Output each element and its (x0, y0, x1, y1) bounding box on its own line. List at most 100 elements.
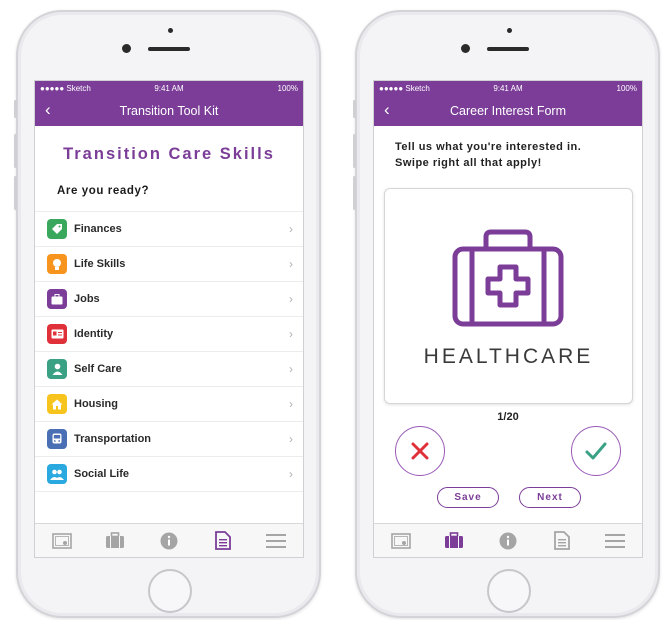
info-icon (499, 532, 517, 549)
list-item-label: Self Care (74, 363, 122, 375)
sensor (168, 28, 173, 33)
tab-document[interactable] (211, 529, 235, 553)
volume-up (353, 134, 356, 168)
tab-info[interactable] (496, 529, 520, 553)
tab-bar (35, 523, 303, 557)
volume-down (353, 176, 356, 210)
tab-bar (374, 523, 642, 557)
career-card[interactable]: HEALTHCARE (384, 188, 633, 404)
skills-list: Finances › Life Skills › Jobs › Identity… (35, 211, 303, 492)
mute-switch (353, 100, 356, 118)
tab-certificate[interactable] (50, 529, 74, 553)
status-bar: ●●●●● Sketch 9:41 AM 100% (35, 81, 303, 95)
list-item-label: Jobs (74, 293, 100, 305)
mute-switch (14, 100, 17, 118)
list-item-social-life[interactable]: Social Life › (35, 457, 303, 492)
save-button[interactable]: Save (437, 487, 499, 508)
screen-transition-tool-kit: ●●●●● Sketch 9:41 AM 100% ‹ Transition T… (34, 80, 304, 558)
document-icon (214, 531, 231, 550)
tab-document[interactable] (550, 529, 574, 553)
tab-briefcase[interactable] (442, 529, 466, 553)
list-item-label: Identity (74, 328, 114, 340)
chevron-right-icon: › (289, 292, 293, 306)
lightbulb-icon (47, 254, 67, 274)
nav-title: Transition Tool Kit (119, 103, 219, 118)
volume-down (14, 176, 17, 210)
list-item-finances[interactable]: Finances › (35, 212, 303, 247)
chevron-right-icon: › (289, 432, 293, 446)
chevron-right-icon: › (289, 467, 293, 481)
front-camera (122, 44, 131, 53)
nav-bar: ‹ Career Interest Form (374, 95, 642, 126)
chevron-right-icon: › (289, 362, 293, 376)
list-item-label: Transportation (74, 433, 152, 445)
chevron-right-icon: › (289, 222, 293, 236)
certificate-icon (51, 532, 72, 549)
list-item-jobs[interactable]: Jobs › (35, 282, 303, 317)
tab-menu[interactable] (264, 529, 288, 553)
list-item-label: Life Skills (74, 258, 126, 270)
intro-line-1: Tell us what you're interested in. (395, 141, 582, 153)
list-item-label: Finances (74, 223, 122, 235)
tab-certificate[interactable] (389, 529, 413, 553)
back-chevron-icon[interactable]: ‹ (384, 101, 390, 118)
next-button[interactable]: Next (519, 487, 581, 508)
document-icon (553, 531, 570, 550)
certificate-icon (390, 532, 411, 549)
intro-text: Tell us what you're interested in. Swipe… (395, 139, 642, 171)
sensor (507, 28, 512, 33)
progress-counter: 1/20 (497, 411, 519, 423)
intro-line-2: Swipe right all that apply! (395, 157, 542, 169)
id-card-icon (47, 324, 67, 344)
chevron-right-icon: › (289, 397, 293, 411)
page-title: Transition Care Skills (63, 145, 275, 163)
status-bar: ●●●●● Sketch 9:41 AM 100% (374, 81, 642, 95)
phone-left: ●●●●● Sketch 9:41 AM 100% ‹ Transition T… (14, 10, 321, 618)
tag-icon (47, 219, 67, 239)
nav-title: Career Interest Form (449, 103, 566, 118)
list-item-label: Social Life (74, 468, 130, 480)
accept-button[interactable] (571, 426, 621, 476)
tab-briefcase[interactable] (103, 529, 127, 553)
people-icon (47, 464, 67, 484)
screen-career-interest-form: ●●●●● Sketch 9:41 AM 100% ‹ Career Inter… (373, 80, 643, 558)
back-chevron-icon[interactable]: ‹ (45, 101, 51, 118)
medical-kit-icon (452, 229, 564, 327)
list-item-housing[interactable]: Housing › (35, 387, 303, 422)
earpiece (148, 47, 190, 51)
list-item-label: Housing (74, 398, 118, 410)
checkmark-icon (585, 442, 607, 460)
list-item-identity[interactable]: Identity › (35, 317, 303, 352)
carrier-label: ●●●●● Sketch (379, 83, 430, 93)
battery-label: 100% (616, 83, 637, 93)
earpiece (487, 47, 529, 51)
page-subtitle: Are you ready? (57, 185, 150, 197)
house-icon (47, 394, 67, 414)
tab-menu[interactable] (603, 529, 627, 553)
home-button[interactable] (148, 569, 192, 613)
list-item-transportation[interactable]: Transportation › (35, 422, 303, 457)
home-button[interactable] (487, 569, 531, 613)
info-icon (160, 532, 178, 549)
list-item-self-care[interactable]: Self Care › (35, 352, 303, 387)
front-camera (461, 44, 470, 53)
nav-bar: ‹ Transition Tool Kit (35, 95, 303, 126)
carrier-label: ●●●●● Sketch (40, 83, 91, 93)
chevron-right-icon: › (289, 327, 293, 341)
person-icon (47, 359, 67, 379)
chevron-right-icon: › (289, 257, 293, 271)
tab-info[interactable] (157, 529, 181, 553)
card-label: HEALTHCARE (423, 345, 594, 368)
phone-right: ●●●●● Sketch 9:41 AM 100% ‹ Career Inter… (353, 10, 660, 618)
briefcase-icon (445, 532, 464, 548)
battery-label: 100% (277, 83, 298, 93)
reject-button[interactable] (395, 426, 445, 476)
briefcase-icon (47, 289, 67, 309)
list-item-life-skills[interactable]: Life Skills › (35, 247, 303, 282)
menu-icon (605, 533, 626, 548)
x-mark-icon (411, 442, 429, 460)
menu-icon (266, 533, 287, 548)
bus-icon (47, 429, 67, 449)
briefcase-icon (106, 532, 125, 548)
volume-up (14, 134, 17, 168)
